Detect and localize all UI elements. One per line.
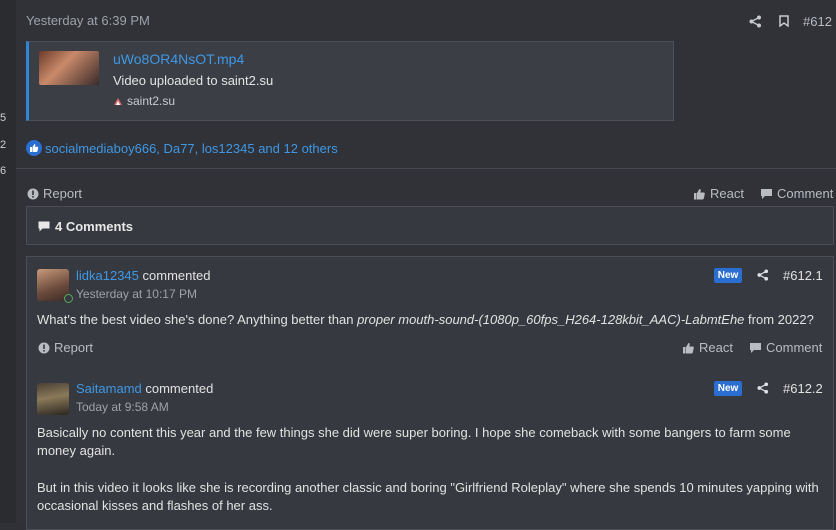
gutter-number: 6 <box>0 165 7 177</box>
comments-count: 4 Comments <box>55 219 134 234</box>
comment-number[interactable]: #612.1 <box>783 268 823 283</box>
comment-time[interactable]: Today at 9:58 AM <box>76 400 169 414</box>
comment-item: Saitamamd commented Today at 9:58 AM New… <box>26 370 834 530</box>
react-label: React <box>710 186 744 201</box>
online-status-icon <box>64 294 73 303</box>
comment-verb: commented <box>142 268 211 283</box>
embed-domain-text: saint2.su <box>127 94 176 108</box>
left-gutter: 5 2 6 <box>0 0 17 523</box>
share-icon[interactable] <box>748 14 762 28</box>
react-button[interactable]: React <box>682 340 733 355</box>
report-label: Report <box>54 340 94 355</box>
embed-filename[interactable]: uWo8OR4NsOT.mp4 <box>113 51 244 67</box>
report-label: Report <box>43 186 83 201</box>
video-thumbnail[interactable] <box>39 51 99 85</box>
embed-domain: saint2.su <box>113 94 175 108</box>
comment-button[interactable]: Comment <box>760 186 833 201</box>
share-icon[interactable] <box>756 381 769 394</box>
avatar[interactable] <box>37 383 69 415</box>
comment-text-part: from 2022? <box>744 312 814 327</box>
reactions-list[interactable]: socialmediaboy666, Da77, los12345 and 12… <box>45 141 338 156</box>
comment-username[interactable]: Saitamamd <box>76 381 142 396</box>
post: Yesterday at 6:39 PM #612 uWo8OR4NsOT.mp… <box>16 0 836 530</box>
comment-icon <box>749 342 762 354</box>
post-number[interactable]: #612 <box>803 14 832 29</box>
site-favicon-icon <box>113 97 123 106</box>
new-badge: New <box>714 381 742 396</box>
report-icon <box>38 342 50 354</box>
report-button[interactable]: Report <box>38 340 93 355</box>
comments-header[interactable]: 4 Comments <box>26 206 834 245</box>
embed-description: Video uploaded to saint2.su <box>113 73 274 88</box>
comment-time[interactable]: Yesterday at 10:17 PM <box>76 287 197 301</box>
gutter-number: 2 <box>0 139 7 151</box>
comment-label: Comment <box>766 340 823 355</box>
comment-item: lidka12345 commented Yesterday at 10:17 … <box>26 256 834 371</box>
comment-verb: commented <box>145 381 214 396</box>
react-label: React <box>699 340 733 355</box>
comment-number[interactable]: #612.2 <box>783 381 823 396</box>
divider <box>16 168 836 169</box>
bookmark-icon[interactable] <box>778 14 790 28</box>
comment-button[interactable]: Comment <box>749 340 822 355</box>
post-timestamp[interactable]: Yesterday at 6:39 PM <box>26 13 150 28</box>
comment-author-line: lidka12345 commented <box>76 268 210 283</box>
media-embed[interactable]: uWo8OR4NsOT.mp4 Video uploaded to saint2… <box>26 41 674 121</box>
comment-author-line: Saitamamd commented <box>76 381 213 396</box>
comment-username[interactable]: lidka12345 <box>76 268 139 283</box>
report-button[interactable]: Report <box>27 186 82 201</box>
report-icon <box>27 188 39 200</box>
thumbs-up-icon <box>682 342 695 354</box>
new-badge: New <box>714 268 742 283</box>
comment-text-part: What's the best video she's done? Anythi… <box>37 312 358 327</box>
gutter-number: 5 <box>0 112 7 124</box>
comment-paragraph: Basically no content this year and the f… <box>37 425 791 458</box>
comment-icon <box>760 188 773 200</box>
share-icon[interactable] <box>756 268 769 281</box>
comment-label: Comment <box>777 186 834 201</box>
comment-paragraph: But in this video it looks like she is r… <box>37 480 819 513</box>
like-badge-icon <box>26 140 42 156</box>
comment-text: What's the best video she's done? Anythi… <box>37 311 827 329</box>
comments-icon <box>38 221 50 232</box>
react-button[interactable]: React <box>693 186 744 201</box>
comment-text-italic: proper mouth-sound-(1080p_60fps_H264-128… <box>357 312 745 327</box>
thumbs-up-icon <box>693 188 706 200</box>
